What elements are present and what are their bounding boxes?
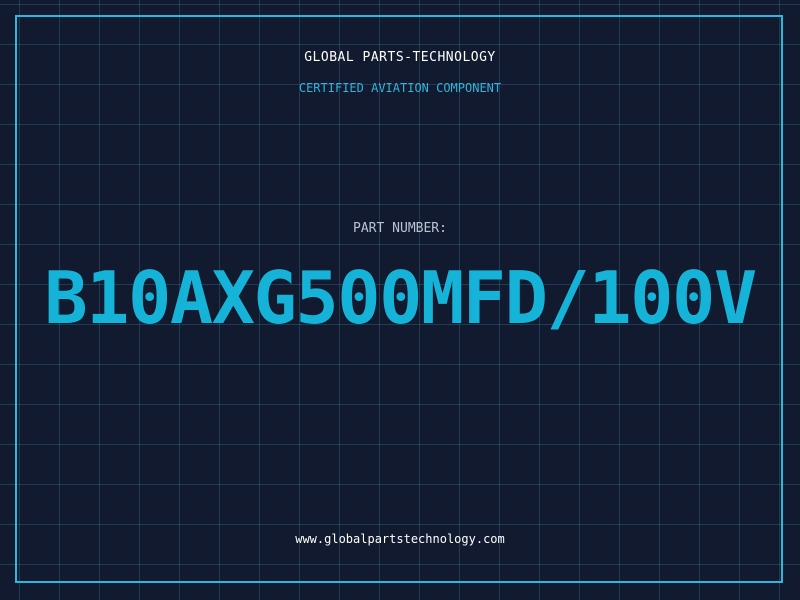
website-url: www.globalpartstechnology.com: [295, 532, 505, 546]
certification-text: CERTIFIED AVIATION COMPONENT: [298, 81, 502, 95]
part-number-value: B10AXG500MFD/100V: [44, 256, 757, 340]
part-number-label: PART NUMBER:: [353, 221, 447, 236]
company-name: GLOBAL PARTS-TECHNOLOGY: [304, 50, 496, 65]
part-label-card: GLOBAL PARTS-TECHNOLOGY CERTIFIED AVIATI…: [0, 0, 800, 600]
